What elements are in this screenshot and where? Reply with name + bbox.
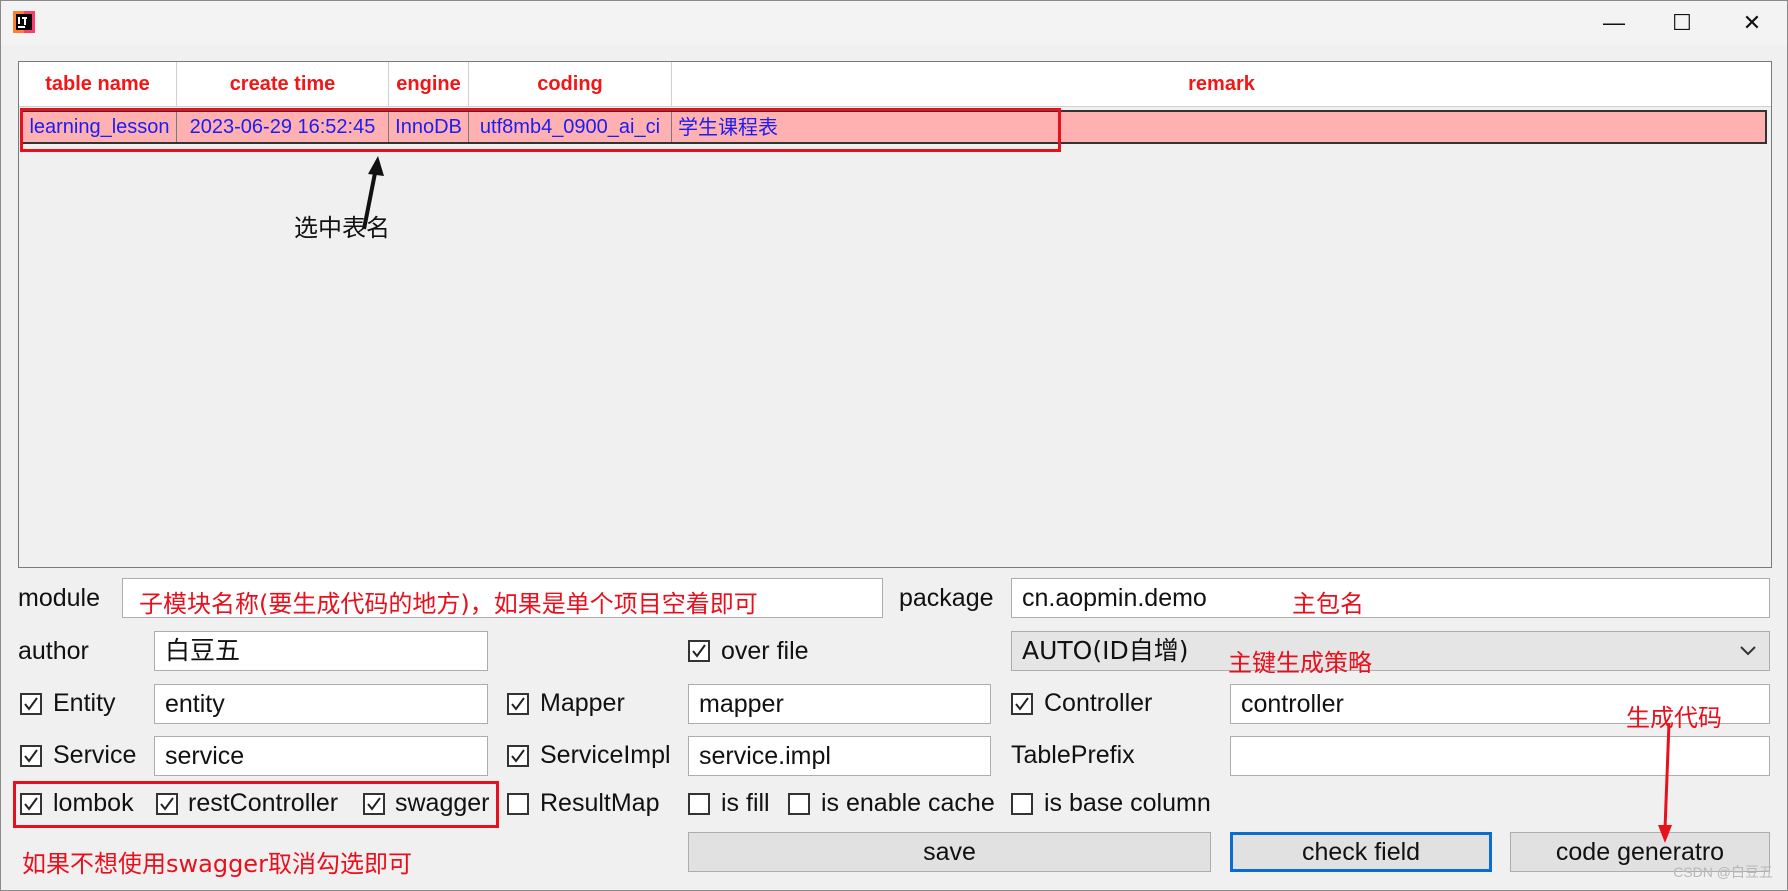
row-highlight-box bbox=[20, 108, 1061, 152]
mapper-input[interactable]: mapper bbox=[688, 684, 991, 724]
minimize-button[interactable]: — bbox=[1581, 1, 1647, 45]
author-label: author bbox=[18, 637, 89, 665]
module-annotation: 子模块名称(要生成代码的地方)，如果是单个项目空着即可 bbox=[139, 590, 758, 618]
over-file-label: over file bbox=[721, 637, 809, 665]
service-input[interactable]: service bbox=[154, 736, 488, 776]
check-field-button[interactable]: check field bbox=[1230, 832, 1492, 872]
over-file-checkbox[interactable] bbox=[688, 640, 710, 662]
id-strategy-value: AUTO(ID自增) bbox=[1022, 636, 1189, 665]
col-header-coding[interactable]: coding bbox=[469, 62, 672, 106]
package-input[interactable]: cn.aopmin.demo bbox=[1011, 578, 1770, 618]
col-header-create-time[interactable]: create time bbox=[177, 62, 389, 106]
controller-checkbox[interactable] bbox=[1011, 693, 1033, 715]
save-button[interactable]: save bbox=[688, 832, 1211, 872]
table-list[interactable]: table name create time engine coding rem… bbox=[18, 61, 1772, 568]
swagger-annotation: 如果不想使用swagger取消勾选即可 bbox=[22, 850, 412, 878]
strategy-annotation: 主键生成策略 bbox=[1228, 649, 1372, 677]
maximize-button[interactable]: ☐ bbox=[1649, 1, 1715, 45]
title-bar: — ☐ ✕ bbox=[1, 1, 1787, 45]
options-highlight-box bbox=[13, 781, 499, 828]
close-button[interactable]: ✕ bbox=[1719, 1, 1785, 45]
chevron-down-icon bbox=[1740, 646, 1756, 656]
isfill-checkbox[interactable] bbox=[688, 793, 710, 815]
col-header-engine[interactable]: engine bbox=[389, 62, 469, 106]
basecolumn-label: is base column bbox=[1044, 789, 1211, 817]
package-annotation: 主包名 bbox=[1292, 590, 1364, 618]
entity-checkbox[interactable] bbox=[20, 693, 42, 715]
serviceimpl-checkbox[interactable] bbox=[507, 745, 529, 767]
resultmap-label: ResultMap bbox=[540, 789, 660, 817]
watermark: CSDN @白豆五 bbox=[1673, 864, 1773, 880]
tableprefix-input[interactable] bbox=[1230, 736, 1770, 776]
col-header-table-name[interactable]: table name bbox=[19, 62, 177, 106]
id-strategy-select[interactable]: AUTO(ID自增) bbox=[1011, 631, 1770, 671]
module-label: module bbox=[18, 584, 100, 612]
table-header: table name create time engine coding rem… bbox=[19, 62, 1771, 107]
service-checkbox[interactable] bbox=[20, 745, 42, 767]
mapper-label: Mapper bbox=[540, 689, 625, 717]
isfill-label: is fill bbox=[721, 789, 770, 817]
resultmap-checkbox[interactable] bbox=[507, 793, 529, 815]
main-window: — ☐ ✕ table name create time engine codi… bbox=[0, 0, 1788, 891]
service-label: Service bbox=[53, 741, 137, 769]
entity-input[interactable]: entity bbox=[154, 684, 488, 724]
author-input[interactable]: 白豆五 bbox=[154, 631, 488, 671]
select-table-annotation: 选中表名 bbox=[294, 214, 390, 242]
entity-label: Entity bbox=[53, 689, 116, 717]
mapper-checkbox[interactable] bbox=[507, 693, 529, 715]
basecolumn-checkbox[interactable] bbox=[1011, 793, 1033, 815]
package-label: package bbox=[899, 584, 994, 612]
arrow-down-icon bbox=[1658, 722, 1672, 843]
serviceimpl-label: ServiceImpl bbox=[540, 741, 671, 769]
tableprefix-label: TablePrefix bbox=[1011, 741, 1135, 769]
serviceimpl-input[interactable]: service.impl bbox=[688, 736, 991, 776]
col-header-remark[interactable]: remark bbox=[672, 62, 1771, 106]
enablecache-checkbox[interactable] bbox=[788, 793, 810, 815]
enablecache-label: is enable cache bbox=[821, 789, 995, 817]
controller-label: Controller bbox=[1044, 689, 1153, 717]
intellij-icon bbox=[13, 11, 35, 33]
